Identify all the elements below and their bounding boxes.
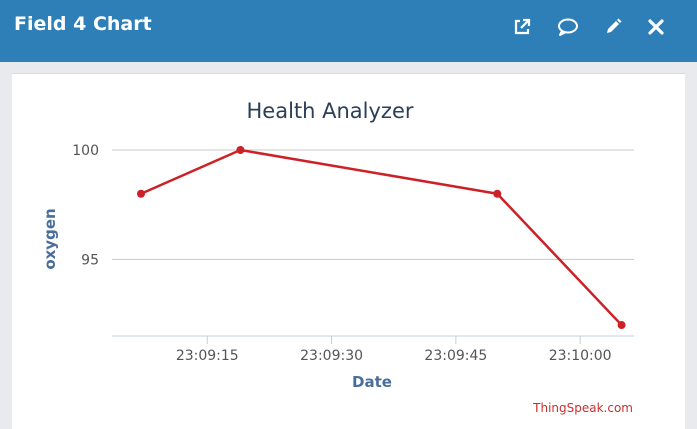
chart-header: Field 4 Chart	[0, 0, 697, 62]
x-tick-label: 23:09:30	[300, 348, 363, 364]
x-tick-label: 23:10:00	[549, 348, 612, 364]
page-title: Field 4 Chart	[14, 13, 152, 35]
y-tick-label: 95	[81, 252, 99, 268]
edit-button[interactable]	[600, 14, 626, 40]
comment-icon	[558, 18, 578, 36]
x-tick-label: 23:09:15	[176, 348, 239, 364]
y-tick-label: 100	[72, 143, 99, 159]
pencil-icon	[607, 18, 622, 33]
close-button[interactable]	[643, 14, 669, 40]
line-chart: Health Analyzer 95100 23:09:15 23:09:30 23…	[41, 99, 634, 415]
open-external-button[interactable]	[509, 14, 535, 40]
x-axis-label: Date	[352, 373, 392, 391]
chart-title: Health Analyzer	[246, 99, 413, 123]
y-tick-labels: 95 100	[72, 143, 99, 268]
external-link-icon	[514, 18, 531, 35]
comment-button[interactable]	[555, 14, 581, 40]
data-point[interactable]	[493, 189, 502, 198]
series-line	[140, 148, 623, 326]
data-point[interactable]	[236, 146, 245, 154]
credit-link[interactable]: ThingSpeak.com	[532, 401, 633, 415]
grid-lines	[112, 149, 634, 260]
x-tick-label: 23:09:45	[424, 348, 487, 364]
close-icon	[648, 19, 664, 35]
y-axis-label: oxygen	[41, 208, 59, 269]
chart-card: Health Analyzer 95 100 23:09:15 23:09:30 23…	[12, 73, 685, 429]
series-oxygen	[137, 146, 626, 330]
x-tick-labels: 23:09:15 23:09:30 23:09:45 23:10:00	[176, 348, 612, 364]
data-point[interactable]	[137, 189, 145, 198]
x-axis	[112, 335, 634, 344]
data-point[interactable]	[617, 321, 626, 330]
